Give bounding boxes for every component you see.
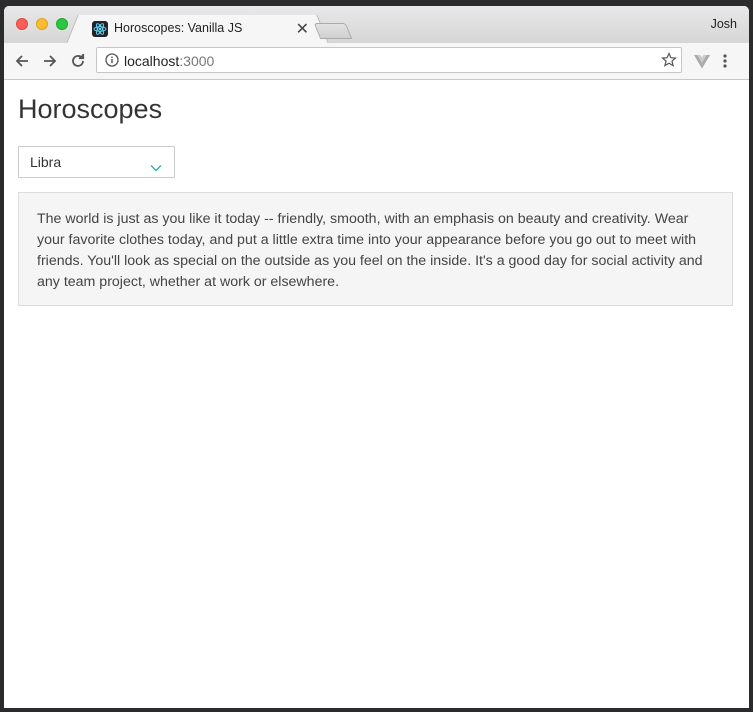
- new-tab-button[interactable]: [313, 23, 353, 39]
- tab-strip: Horoscopes: Vanilla JS ✕ Josh: [4, 6, 749, 43]
- react-icon: [92, 21, 108, 37]
- browser-toolbar: localhost:3000: [4, 43, 749, 80]
- sign-select-value: Libra: [30, 154, 62, 170]
- tab-close-icon[interactable]: ✕: [296, 19, 309, 39]
- page-content: Horoscopes Libra The world is just as yo…: [4, 80, 749, 708]
- tab-active[interactable]: Horoscopes: Vanilla JS ✕: [80, 15, 315, 43]
- address-bar[interactable]: localhost:3000: [96, 47, 682, 73]
- url-host: localhost: [124, 53, 180, 69]
- kebab-menu-icon[interactable]: [722, 53, 728, 74]
- horoscope-text: The world is just as you like it today -…: [37, 211, 703, 290]
- arrow-right-icon[interactable]: [38, 49, 62, 73]
- url-port: :3000: [179, 53, 215, 69]
- chevron-down-icon: [150, 159, 162, 177]
- window-close-button[interactable]: [16, 18, 28, 30]
- browser-window: Horoscopes: Vanilla JS ✕ Josh localhost:…: [4, 6, 749, 708]
- page-title: Horoscopes: [18, 94, 163, 124]
- profile-name[interactable]: Josh: [711, 17, 737, 31]
- window-maximize-button[interactable]: [56, 18, 68, 30]
- star-icon[interactable]: [661, 52, 677, 73]
- tab-title: Horoscopes: Vanilla JS: [114, 21, 243, 35]
- reload-icon[interactable]: [66, 49, 90, 73]
- vue-devtools-icon[interactable]: [694, 55, 710, 74]
- url-text[interactable]: localhost:3000: [124, 53, 214, 69]
- sign-select[interactable]: Libra: [18, 146, 175, 178]
- info-icon[interactable]: [105, 53, 119, 67]
- window-minimize-button[interactable]: [36, 18, 48, 30]
- arrow-left-icon[interactable]: [10, 49, 34, 73]
- horoscope-panel: The world is just as you like it today -…: [18, 192, 733, 306]
